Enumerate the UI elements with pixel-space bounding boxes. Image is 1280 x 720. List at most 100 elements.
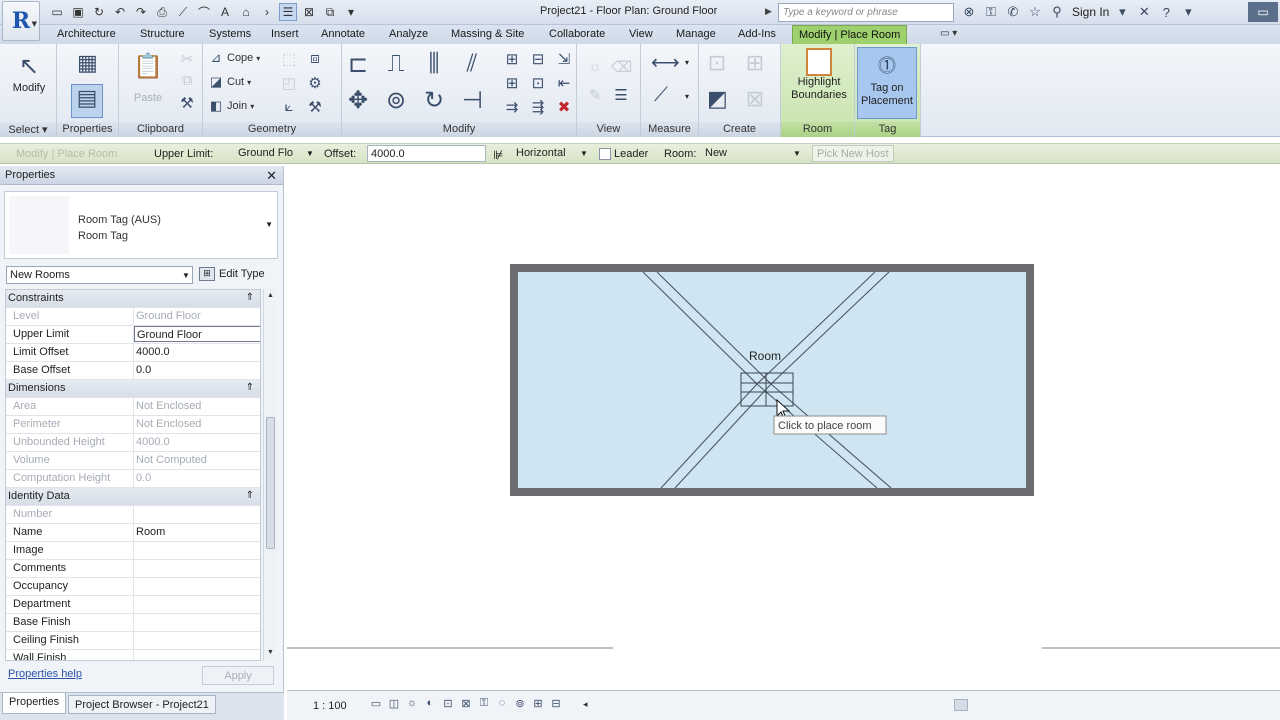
- property-value[interactable]: [134, 542, 260, 559]
- properties-row[interactable]: Upper Limit Ground Floor: [6, 326, 260, 344]
- tab-project-browser[interactable]: Project Browser - Project21: [68, 695, 216, 714]
- highlight-boundaries-button[interactable]: Highlight Boundaries: [787, 48, 851, 102]
- leader-checkbox[interactable]: [599, 148, 611, 160]
- property-value[interactable]: Room: [134, 524, 260, 541]
- visual-style-icon[interactable]: ◫: [387, 697, 401, 711]
- properties-section-header[interactable]: Constraints ⇑: [6, 290, 260, 308]
- text-icon[interactable]: A: [216, 3, 234, 21]
- tab-insert[interactable]: Insert: [268, 27, 302, 41]
- properties-icon[interactable]: ▤: [71, 84, 103, 118]
- modify-button[interactable]: ↖ Modify: [8, 50, 50, 95]
- undo-icon[interactable]: ↶: [111, 3, 129, 21]
- properties-section-header[interactable]: Identity Data ⇑: [6, 488, 260, 506]
- property-value[interactable]: 4000.0: [134, 344, 260, 361]
- measure-dropdown-icon[interactable]: ▾: [685, 58, 689, 67]
- property-value[interactable]: [134, 632, 260, 649]
- dimension-dropdown-icon[interactable]: ▾: [685, 92, 689, 101]
- unpin-icon[interactable]: ⇲: [554, 50, 574, 68]
- trim-multiple-icon[interactable]: ⇶: [528, 98, 548, 116]
- cut-icon[interactable]: ✂: [177, 50, 197, 68]
- cut-geometry-button[interactable]: ◪ Cut ▾: [208, 74, 251, 90]
- switch-windows-icon[interactable]: ⧉: [321, 3, 339, 21]
- type-dropdown-icon[interactable]: ▼: [265, 220, 273, 229]
- bulb-icon[interactable]: ☼: [585, 58, 605, 75]
- mirror-draw-icon[interactable]: ⫽: [462, 50, 482, 78]
- create-part-icon[interactable]: ◩: [707, 86, 728, 112]
- copy-icon[interactable]: ⧉: [177, 72, 197, 89]
- offset-icon[interactable]: ⎍: [386, 50, 406, 78]
- properties-row[interactable]: Department: [6, 596, 260, 614]
- tab-architecture[interactable]: Architecture: [54, 27, 119, 41]
- reveal-hidden-icon[interactable]: ⊚: [513, 697, 527, 711]
- upper-limit-dropdown-icon[interactable]: ▼: [306, 149, 314, 158]
- arrow-right-icon[interactable]: ›: [258, 3, 276, 21]
- properties-row[interactable]: Image: [6, 542, 260, 560]
- signin-dropdown-icon[interactable]: ▾: [1113, 3, 1131, 21]
- thin-lines-icon[interactable]: ☰: [279, 3, 297, 21]
- sync-icon[interactable]: ↻: [90, 3, 108, 21]
- sign-in-link[interactable]: Sign In: [1072, 5, 1109, 19]
- eraser-icon[interactable]: ⌫: [611, 58, 632, 76]
- application-menu-button[interactable]: R ▼: [2, 1, 40, 41]
- properties-row[interactable]: Ceiling Finish: [6, 632, 260, 650]
- expand-icon[interactable]: ▶: [765, 6, 772, 17]
- apply-button[interactable]: Apply: [202, 666, 274, 685]
- collapse-icon[interactable]: ⇑: [246, 490, 254, 501]
- align-icon[interactable]: ⊏: [348, 50, 368, 79]
- analysis-icon[interactable]: ⊞: [531, 697, 545, 711]
- properties-row[interactable]: Unbounded Height 4000.0: [6, 434, 260, 452]
- type-selector[interactable]: Room Tag (AUS) Room Tag ▼: [4, 191, 278, 259]
- subscription-icon[interactable]: ⚿: [982, 3, 1000, 21]
- create-assembly-icon[interactable]: ⊠: [745, 86, 765, 112]
- open-icon[interactable]: ▭: [48, 3, 66, 21]
- floor-plan-view[interactable]: Room Click to place room: [287, 166, 1280, 690]
- qat-dropdown-icon[interactable]: ▾: [342, 3, 360, 21]
- instance-filter-select[interactable]: New Rooms: [6, 266, 193, 284]
- temporary-hide-icon[interactable]: ◌: [495, 697, 509, 711]
- search-input[interactable]: Type a keyword or phrase: [778, 3, 954, 22]
- minimize-ribbon-icon[interactable]: ▭ ▾: [940, 28, 957, 39]
- properties-row[interactable]: Occupancy: [6, 578, 260, 596]
- edit-type-button[interactable]: ⊞ Edit Type: [199, 264, 271, 284]
- split-gap-icon[interactable]: ⊟: [528, 50, 548, 68]
- properties-scrollbar[interactable]: ▲ ▼: [263, 289, 277, 661]
- create-similar-icon[interactable]: ⊡: [707, 50, 727, 76]
- redo-icon[interactable]: ↷: [132, 3, 150, 21]
- pin-icon[interactable]: ⇤: [554, 74, 574, 92]
- remove-paint-icon[interactable]: ⟀: [279, 98, 299, 115]
- highlight-displacement-icon[interactable]: ⊟: [549, 697, 563, 711]
- trim-extend-icon[interactable]: ⇉: [502, 98, 522, 116]
- tab-manage[interactable]: Manage: [673, 27, 719, 41]
- split-face-icon[interactable]: ⬚: [279, 50, 299, 68]
- tab-structure[interactable]: Structure: [137, 27, 188, 41]
- binoculars-icon[interactable]: ⊗: [960, 3, 978, 21]
- horizontal-scroll-thumb[interactable]: [954, 699, 968, 711]
- match-type-icon[interactable]: ⚒: [177, 94, 197, 112]
- scroll-up-icon[interactable]: ▲: [267, 292, 274, 299]
- hammer-icon[interactable]: ⚒: [305, 98, 325, 116]
- close-icon[interactable]: ✕: [266, 168, 277, 184]
- split-icon[interactable]: ⊞: [502, 50, 522, 68]
- cope-button[interactable]: ⊿ Cope ▾: [208, 50, 261, 66]
- tab-massing-site[interactable]: Massing & Site: [448, 27, 527, 41]
- move-icon[interactable]: ✥: [348, 86, 368, 115]
- exchange-icon[interactable]: ✕: [1135, 3, 1153, 21]
- properties-section-header[interactable]: Dimensions ⇑: [6, 380, 260, 398]
- scroll-thumb[interactable]: [266, 417, 275, 549]
- offset-input[interactable]: 4000.0: [367, 145, 486, 162]
- properties-row[interactable]: Volume Not Computed: [6, 452, 260, 470]
- pen-icon[interactable]: ✎: [585, 86, 605, 104]
- properties-row[interactable]: Comments: [6, 560, 260, 578]
- properties-row[interactable]: Wall Finish: [6, 650, 260, 660]
- property-value[interactable]: Ground Floor: [134, 326, 260, 342]
- view-scale[interactable]: 1 : 100: [313, 700, 347, 712]
- aligned-dimension-icon[interactable]: ⟋: [651, 84, 671, 107]
- dimension-icon[interactable]: ⌒: [195, 3, 213, 21]
- property-value[interactable]: [134, 614, 260, 631]
- help-dropdown-icon[interactable]: ▾: [1179, 3, 1197, 21]
- room-select[interactable]: New: [703, 145, 803, 162]
- shadows-icon[interactable]: ◐: [423, 697, 437, 711]
- mirror-axis-icon[interactable]: ⫼: [424, 50, 444, 78]
- paint-icon[interactable]: ◰: [279, 74, 299, 92]
- properties-row[interactable]: Number: [6, 506, 260, 524]
